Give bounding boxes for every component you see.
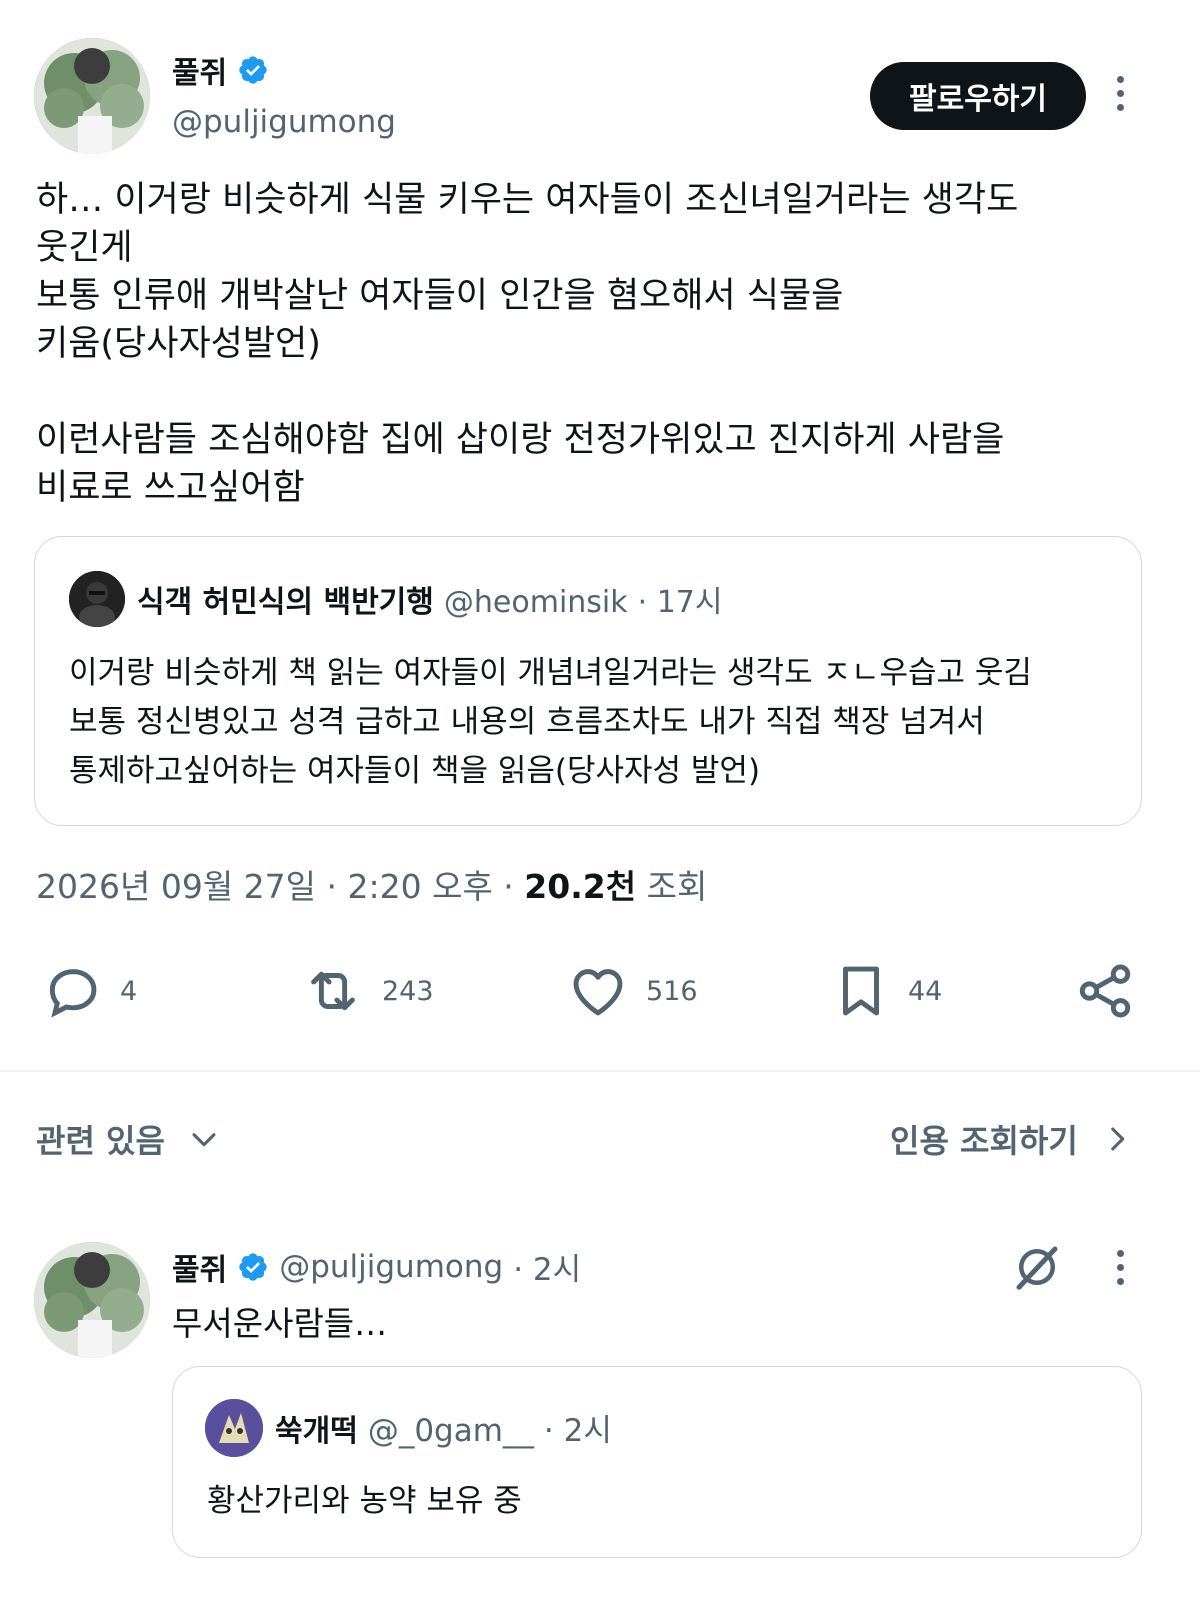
tweet-date: 2026년 09월 27일 · 2:20 오후 · bbox=[36, 867, 514, 906]
bookmark-icon bbox=[843, 966, 879, 1016]
reply-quoted-author-handle: @_0gam__ bbox=[367, 1413, 534, 1449]
tweet-meta: 2026년 09월 27일 · 2:20 오후 · 20.2천 조회 bbox=[36, 860, 707, 908]
reply-quoted-tweet-card[interactable]: 쑥개떡 @_0gam__ · 2시 황산가리와 농약 보유 중 bbox=[172, 1366, 1142, 1558]
reply-more-options-icon[interactable] bbox=[1108, 1250, 1132, 1285]
verified-badge-icon bbox=[239, 1252, 267, 1281]
reply-author-name[interactable]: 풀쥐 bbox=[172, 1245, 227, 1289]
verified-badge-icon bbox=[239, 56, 267, 84]
like-count: 516 bbox=[646, 975, 698, 1007]
retweet-icon bbox=[311, 971, 355, 1011]
related-dropdown[interactable]: 관련 있음 bbox=[36, 1116, 221, 1162]
view-quotes-label: 인용 조회하기 bbox=[890, 1122, 1078, 1160]
reply-count: 4 bbox=[120, 975, 138, 1007]
quoted-author-handle: @heominsik bbox=[443, 585, 628, 620]
quoted-tweet-text: 이거랑 비슷하게 책 읽는 여자들이 개념녀일거라는 생각도 ㅈㄴ우습고 웃김 … bbox=[69, 655, 1032, 789]
reply-quoted-text: 황산가리와 농약 보유 중 bbox=[207, 1483, 522, 1519]
share-button[interactable] bbox=[1074, 960, 1136, 1026]
author-handle[interactable]: @puljigumong bbox=[172, 104, 396, 140]
more-options-icon[interactable] bbox=[1108, 76, 1132, 111]
section-divider bbox=[0, 1070, 1200, 1072]
follow-button[interactable]: 팔로우하기 bbox=[870, 62, 1086, 130]
reply-quoted-time: · 2시 bbox=[543, 1413, 612, 1449]
quoted-author-name: 식객 허민식의 백반기행 bbox=[137, 585, 434, 620]
chevron-down-icon bbox=[192, 1133, 216, 1147]
share-icon bbox=[1079, 964, 1131, 1018]
view-count: 20.2천 bbox=[524, 867, 637, 906]
grok-icon[interactable] bbox=[1010, 1240, 1064, 1298]
reply-icon bbox=[49, 969, 97, 1018]
quoted-author-avatar bbox=[69, 571, 125, 627]
bookmark-button[interactable]: 44 bbox=[830, 960, 942, 1022]
author-name[interactable]: 풀쥐 bbox=[172, 48, 227, 92]
reply-quoted-author-name: 쑥개떡 bbox=[275, 1414, 358, 1449]
chevron-right-icon bbox=[1110, 1127, 1125, 1151]
reply-quoted-author-avatar bbox=[205, 1399, 263, 1457]
retweet-count: 243 bbox=[382, 975, 434, 1007]
quoted-time: · 17시 bbox=[637, 585, 723, 620]
reply-author-handle[interactable]: @puljigumong bbox=[279, 1249, 503, 1285]
related-label: 관련 있음 bbox=[36, 1122, 165, 1160]
reply-time: · 2시 bbox=[513, 1252, 582, 1288]
tweet-text: 하… 이거랑 비슷하게 식물 키우는 여자들이 조신녀일거라는 생각도 웃긴게 … bbox=[36, 180, 1019, 508]
view-quotes-link[interactable]: 인용 조회하기 bbox=[890, 1116, 1134, 1162]
reply-button[interactable]: 4 bbox=[42, 960, 137, 1022]
reply-author-avatar[interactable] bbox=[34, 1242, 150, 1358]
reply-text: 무서운사람들… bbox=[172, 1304, 388, 1343]
retweet-button[interactable]: 243 bbox=[300, 960, 434, 1022]
author-avatar[interactable] bbox=[34, 38, 150, 154]
view-label: 조회 bbox=[646, 867, 708, 906]
bookmark-count: 44 bbox=[908, 975, 943, 1007]
heart-icon bbox=[573, 969, 623, 1016]
like-button[interactable]: 516 bbox=[566, 960, 698, 1022]
quoted-tweet-card[interactable]: 식객 허민식의 백반기행 @heominsik · 17시 이거랑 비슷하게 책… bbox=[34, 536, 1142, 826]
